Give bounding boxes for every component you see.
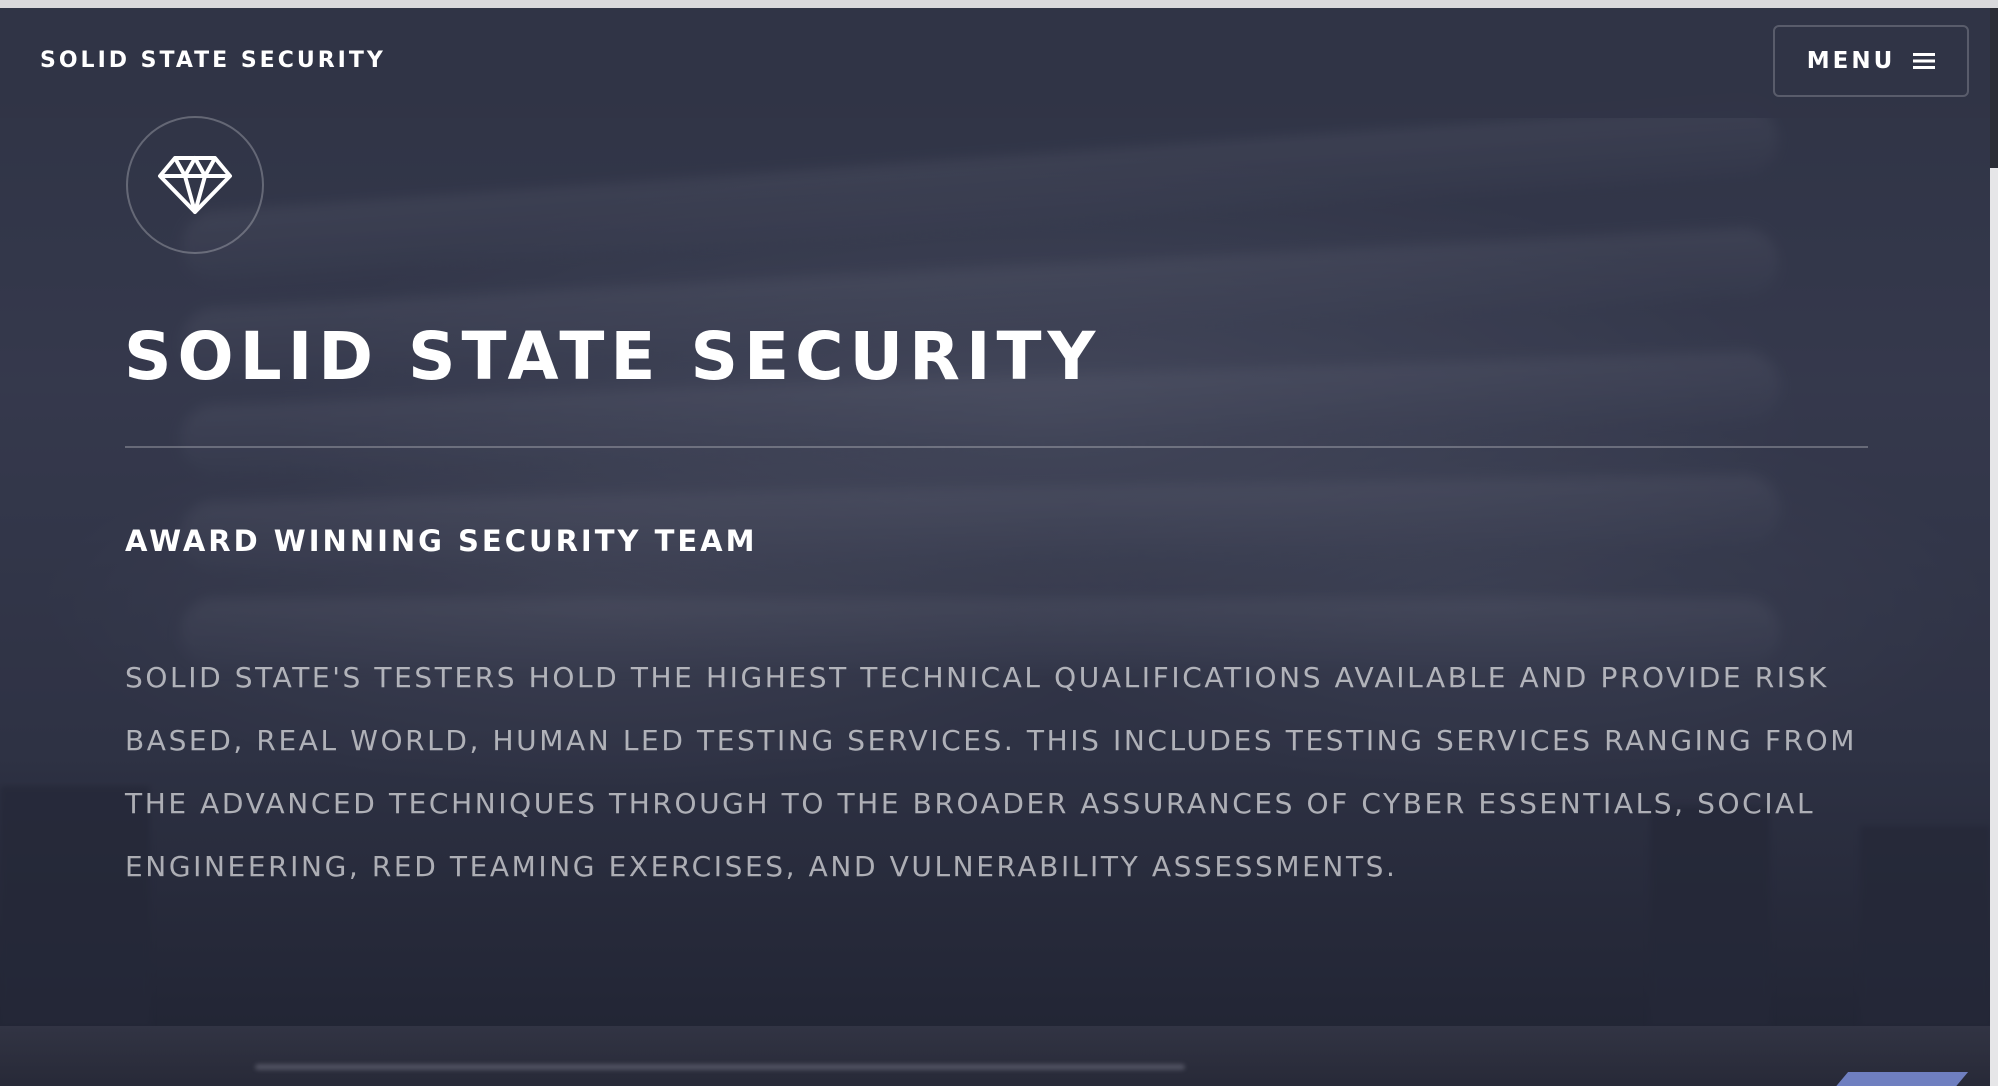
- diamond-icon: [158, 156, 232, 214]
- hamburger-icon: [1913, 53, 1936, 69]
- scrollbar-thumb[interactable]: [1990, 8, 1998, 168]
- site-header: SOLID STATE SECURITY MENU: [0, 8, 1990, 118]
- hero-subtitle: AWARD WINNING SECURITY TEAM: [125, 524, 758, 558]
- ground-strip: [0, 1026, 1998, 1086]
- hero-description: SOLID STATE'S TESTERS HOLD THE HIGHEST T…: [125, 661, 1858, 883]
- brand-link[interactable]: SOLID STATE SECURITY: [40, 48, 386, 73]
- scrollbar[interactable]: [1990, 8, 1998, 1086]
- corner-accent: [1827, 1072, 1969, 1086]
- divider: [125, 446, 1868, 448]
- page-title: SOLID STATE SECURITY: [124, 318, 1102, 395]
- logo-badge: [126, 116, 264, 254]
- menu-button[interactable]: MENU: [1773, 25, 1969, 97]
- ground-line: [255, 1064, 1185, 1070]
- browser-viewport: SOLID STATE SECURITY MENU SOLID STATE SE…: [0, 8, 1998, 1086]
- menu-label: MENU: [1806, 48, 1896, 74]
